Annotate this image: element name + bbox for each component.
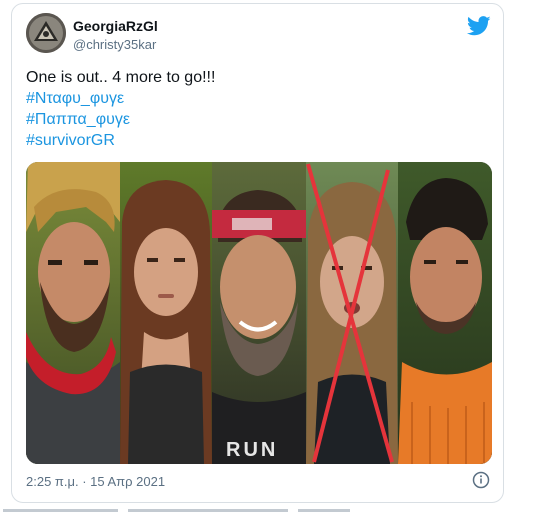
twitter-bird-icon[interactable] <box>466 15 491 37</box>
embedded-tweet-card[interactable]: GeorgiaRzGl @christy35kar One is out.. 4… <box>11 3 504 503</box>
clipped-bottom-strip <box>0 504 533 517</box>
hashtag-link[interactable]: #Νταφυ_φυγε <box>26 88 215 109</box>
photo-panel-2 <box>120 162 212 464</box>
tweet-timestamp[interactable]: 2:25 π.μ. · 15 Απρ 2021 <box>26 474 165 489</box>
author-handle[interactable]: @christy35kar <box>73 37 156 52</box>
photo-panel-3: RUN <box>212 162 306 464</box>
photo-panel-5 <box>398 162 492 464</box>
hashtag-link[interactable]: #survivorGR <box>26 130 215 151</box>
info-circle-icon[interactable] <box>472 471 490 489</box>
svg-text:RUN: RUN <box>226 439 278 461</box>
hashtag-link[interactable]: #Παππα_φυγε <box>26 109 215 130</box>
author-display-name[interactable]: GeorgiaRzGl <box>73 18 158 34</box>
tweet-text: One is out.. 4 more to go!!! #Νταφυ_φυγε… <box>26 67 215 151</box>
tweet-body-text: One is out.. 4 more to go!!! <box>26 69 216 86</box>
avatar[interactable] <box>26 13 66 53</box>
tweet-photo[interactable]: RUN <box>26 162 492 464</box>
photo-panel-1 <box>26 162 120 464</box>
